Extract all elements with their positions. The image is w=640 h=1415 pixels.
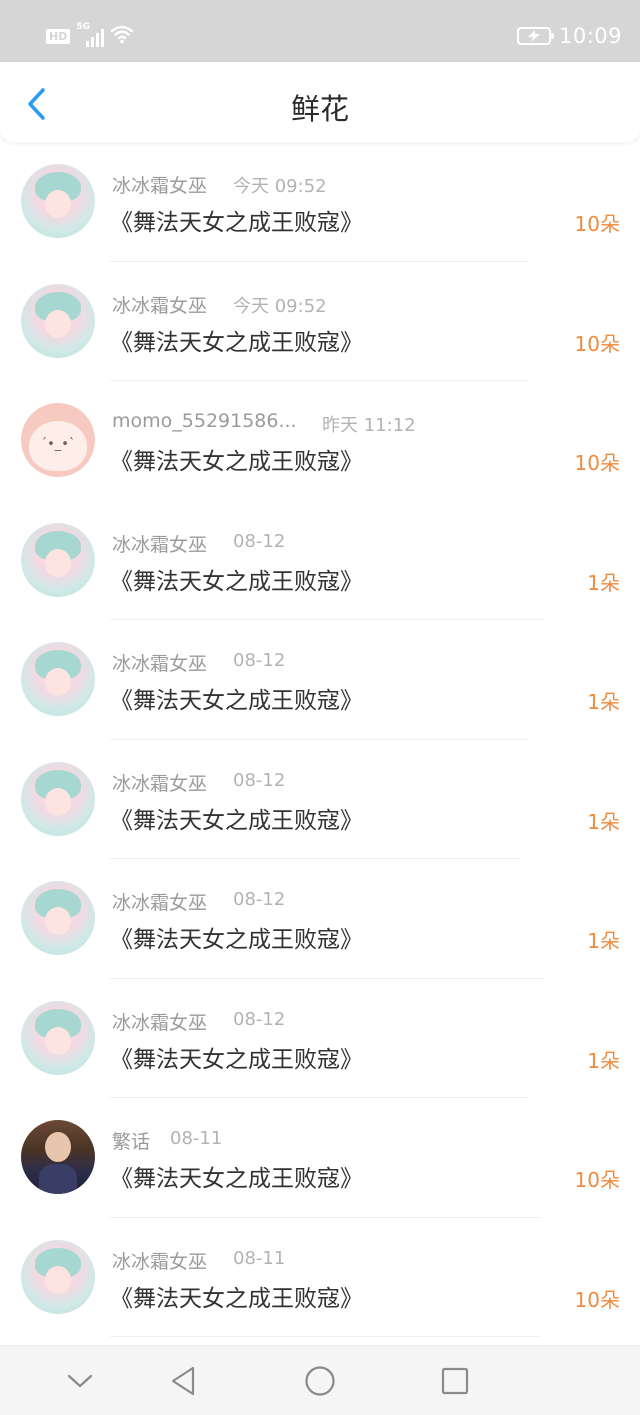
sender-name: 繁话 [112, 1131, 151, 1153]
send-time: 08-12 [233, 889, 286, 910]
book-title[interactable]: 《舞法天女之成王败寇》 [110, 920, 363, 954]
flower-record-row[interactable]: 冰冰霜女巫 今天 09:52 《舞法天女之成王败寇》 10朵 [0, 142, 640, 262]
send-time: 08-12 [233, 769, 286, 791]
book-title[interactable]: 《舞法天女之成王败寇》 [110, 323, 363, 357]
flower-record-row[interactable]: 冰冰霜女巫 今天 09:52 《舞法天女之成王败寇》 10朵 [0, 262, 640, 381]
sender-name: 冰冰霜女巫 [112, 1011, 208, 1034]
send-time: 今天 09:52 [233, 176, 327, 197]
system-navigation-bar [0, 1345, 640, 1415]
flower-count: 10朵 [574, 331, 620, 356]
avatar[interactable] [21, 403, 95, 477]
flower-count: 1朵 [587, 929, 620, 953]
avatar[interactable] [21, 1000, 95, 1075]
wifi-icon [110, 24, 134, 48]
avatar[interactable] [21, 761, 95, 836]
flower-count: 1朵 [587, 1048, 620, 1073]
battery-icon [516, 27, 554, 45]
cellular-signal-icon: 5G [76, 22, 105, 47]
row-divider [110, 1336, 540, 1337]
flower-count: 1朵 [587, 570, 620, 595]
send-time: 08-11 [233, 1247, 286, 1269]
book-title[interactable]: 《舞法天女之成王败寇》 [110, 1159, 363, 1193]
status-left: HD 5G [46, 22, 134, 48]
send-time: 08-11 [170, 1128, 223, 1149]
avatar[interactable] [21, 1239, 95, 1314]
flower-count: 10朵 [574, 451, 620, 475]
avatar[interactable] [21, 283, 95, 358]
system-back-button[interactable] [166, 1364, 200, 1398]
book-title[interactable]: 《舞法天女之成王败寇》 [110, 1040, 363, 1074]
avatar[interactable] [21, 881, 95, 955]
send-time: 08-12 [233, 530, 286, 552]
status-time: 10:09 [558, 24, 622, 48]
sender-name: 冰冰霜女巫 [112, 892, 208, 914]
sender-name: momo_55291586... [112, 410, 297, 432]
sender-name: 冰冰霜女巫 [112, 653, 208, 675]
sender-name: 冰冰霜女巫 [112, 1250, 208, 1273]
avatar[interactable] [21, 164, 95, 238]
flower-record-row[interactable]: 冰冰霜女巫 08-11 《舞法天女之成王败寇》 10朵 [0, 1218, 640, 1337]
home-circle-icon [305, 1366, 335, 1396]
flower-record-list: 冰冰霜女巫 今天 09:52 《舞法天女之成王败寇》 10朵 冰冰霜女巫 今天 09:52… [0, 142, 640, 1337]
sender-name: 冰冰霜女巫 [112, 533, 208, 556]
book-title[interactable]: 《舞法天女之成王败寇》 [110, 562, 363, 596]
flower-count: 1朵 [587, 690, 620, 714]
avatar[interactable] [21, 1120, 95, 1194]
send-time: 今天 09:52 [233, 295, 327, 317]
sender-name: 冰冰霜女巫 [112, 175, 208, 197]
flower-record-row[interactable]: 冰冰霜女巫 08-12 《舞法天女之成王败寇》 1朵 [0, 740, 640, 859]
home-button[interactable] [303, 1364, 337, 1398]
book-title[interactable]: 《舞法天女之成王败寇》 [110, 681, 363, 715]
recents-button[interactable] [438, 1364, 472, 1398]
book-title[interactable]: 《舞法天女之成王败寇》 [110, 801, 363, 835]
send-time: 08-12 [233, 1008, 286, 1030]
chevron-down-icon [67, 1374, 93, 1388]
flower-record-row[interactable]: momo_55291586... 昨天 11:12 《舞法天女之成王败寇》 10朵 [0, 381, 640, 501]
sender-name: 冰冰霜女巫 [112, 772, 208, 795]
avatar[interactable] [21, 642, 95, 716]
flower-record-row[interactable]: 繁话 08-11 《舞法天女之成王败寇》 10朵 [0, 1098, 640, 1218]
status-bar: HD 5G 10:09 [0, 0, 640, 62]
hd-indicator: HD [46, 28, 71, 44]
navigation-bar: 鲜花 [0, 62, 640, 142]
book-title[interactable]: 《舞法天女之成王败寇》 [110, 442, 363, 476]
flower-record-row[interactable]: 冰冰霜女巫 08-12 《舞法天女之成王败寇》 1朵 [0, 501, 640, 620]
flower-count: 10朵 [574, 212, 620, 236]
flower-count: 10朵 [574, 1168, 620, 1192]
book-title[interactable]: 《舞法天女之成王败寇》 [110, 203, 363, 237]
status-right: 10:09 [516, 24, 622, 48]
flower-record-row[interactable]: 冰冰霜女巫 08-12 《舞法天女之成王败寇》 1朵 [0, 979, 640, 1098]
flower-count: 10朵 [574, 1287, 620, 1312]
recents-square-icon [441, 1367, 469, 1395]
flower-record-row[interactable]: 冰冰霜女巫 08-12 《舞法天女之成王败寇》 1朵 [0, 859, 640, 979]
back-triangle-icon [171, 1366, 195, 1396]
send-time: 昨天 11:12 [322, 415, 416, 436]
flower-count: 1朵 [587, 809, 620, 834]
book-title[interactable]: 《舞法天女之成王败寇》 [110, 1279, 363, 1313]
send-time: 08-12 [233, 650, 286, 671]
collapse-button[interactable] [63, 1364, 97, 1398]
flower-record-row[interactable]: 冰冰霜女巫 08-12 《舞法天女之成王败寇》 1朵 [0, 620, 640, 740]
avatar[interactable] [21, 522, 95, 597]
page-title: 鲜花 [290, 92, 349, 126]
sender-name: 冰冰霜女巫 [112, 294, 208, 317]
